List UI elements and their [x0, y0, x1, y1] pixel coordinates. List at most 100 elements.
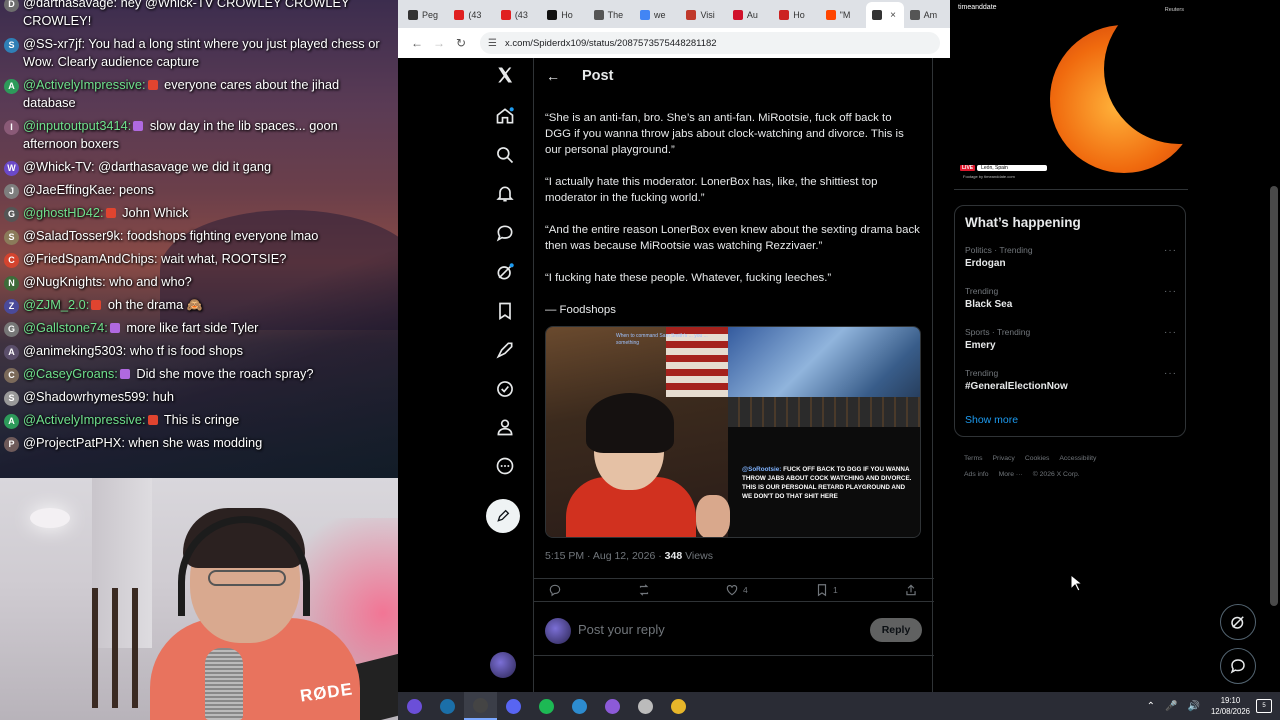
notifications-icon[interactable]: [494, 183, 516, 205]
site-info-icon[interactable]: ☰: [488, 38, 497, 49]
browser-tab[interactable]: Visi: [680, 2, 726, 28]
reload-icon[interactable]: ↻: [450, 36, 472, 50]
x-logo-icon[interactable]: [494, 64, 516, 86]
arc-icon[interactable]: [398, 692, 431, 720]
chat-username[interactable]: @CaseyGroans:: [23, 366, 118, 381]
more-icon[interactable]: [494, 455, 516, 477]
obs-icon[interactable]: [464, 692, 497, 720]
bookmark-action[interactable]: 1: [815, 583, 838, 597]
chat-username[interactable]: @SaladTosser9k:: [23, 228, 123, 243]
tab-close-icon[interactable]: ×: [890, 10, 896, 21]
like-action[interactable]: 4: [725, 583, 748, 597]
reply-button[interactable]: Reply: [870, 618, 922, 642]
browser-tab[interactable]: Au: [727, 2, 773, 28]
trend-item[interactable]: Politics · Trending Erdogan ···: [965, 245, 1177, 269]
browser-tab[interactable]: Ho: [773, 2, 819, 28]
browser-tab[interactable]: Am: [904, 2, 950, 28]
clock[interactable]: 19:10 12/08/2026: [1211, 695, 1250, 717]
chat-username[interactable]: @ZJM_2.0:: [23, 297, 89, 312]
settings-icon[interactable]: [629, 692, 662, 720]
volume-icon[interactable]: 🔊: [1188, 701, 1200, 712]
account-avatar[interactable]: [490, 652, 516, 678]
trend-item[interactable]: Sports · Trending Emery ···: [965, 327, 1177, 351]
grok-button[interactable]: [1220, 604, 1256, 640]
profile-icon[interactable]: [494, 416, 516, 438]
search-icon[interactable]: [494, 144, 516, 166]
chat-username[interactable]: @JaeEffingKae:: [23, 182, 115, 197]
repost-action[interactable]: [637, 583, 651, 597]
share-action[interactable]: [904, 583, 918, 597]
trend-more-icon[interactable]: ···: [1164, 286, 1177, 297]
notification-count: 5: [1262, 703, 1266, 709]
chat-username[interactable]: @Whick-TV:: [23, 159, 95, 174]
browser-tab[interactable]: Ho: [541, 2, 587, 28]
home-icon[interactable]: [494, 105, 516, 127]
back-arrow-icon[interactable]: ←: [546, 68, 566, 84]
chat-avatar: A: [4, 345, 19, 360]
chat-username[interactable]: @animeking5303:: [23, 343, 126, 358]
trend-more-icon[interactable]: ···: [1164, 368, 1177, 379]
accessibility-link[interactable]: Accessibility: [1059, 455, 1096, 462]
chat-username[interactable]: @FriedSpamAndChips:: [23, 251, 158, 266]
browser-tab[interactable]: Peg: [402, 2, 448, 28]
browser-tab[interactable]: (43: [448, 2, 494, 28]
chat-username[interactable]: @ActivelyImpressive:: [23, 77, 146, 92]
post-timestamp[interactable]: 5:15 PM · Aug 12, 2026 ·: [545, 550, 665, 562]
fl-icon-glyph: [605, 698, 620, 714]
bookmarks-icon[interactable]: [494, 300, 516, 322]
media-man-face: [696, 495, 730, 537]
browser-toolbar: ← → ↻ ☰ x.com/Spiderdx109/status/2087573…: [398, 28, 950, 58]
cookies-link[interactable]: Cookies: [1025, 455, 1050, 462]
browser-tab-active[interactable]: ×: [866, 2, 904, 28]
browser-tab[interactable]: we: [634, 2, 680, 28]
tray-expand-icon[interactable]: ⌃: [1147, 701, 1155, 712]
chat-username[interactable]: @NugKnights:: [23, 274, 106, 289]
back-icon[interactable]: ←: [406, 36, 428, 50]
eclipse-video[interactable]: timeanddate Reuters LIVE León, Spain Foo…: [954, 0, 1188, 190]
messages-icon[interactable]: [494, 222, 516, 244]
chat-username[interactable]: @inputoutput3414:: [23, 118, 131, 133]
grok-icon[interactable]: [494, 261, 516, 283]
streamlabs-icon[interactable]: [563, 692, 596, 720]
chat-username[interactable]: @SS-xr7jf:: [23, 36, 85, 51]
post-body: “She is an anti-fan, bro. She’s an anti-…: [545, 110, 920, 334]
microphone-icon[interactable]: 🎤: [1165, 701, 1177, 712]
fl-icon[interactable]: [596, 692, 629, 720]
terms-link[interactable]: Terms: [964, 455, 983, 462]
chat-username[interactable]: @ghostHD42:: [23, 205, 104, 220]
forward-icon[interactable]: →: [428, 36, 450, 50]
browser-tab[interactable]: The: [588, 2, 634, 28]
chat-message: G @Gallstone74: more like fart side Tyler: [0, 319, 398, 342]
spotify-icon[interactable]: [530, 692, 563, 720]
trend-item[interactable]: Trending #GeneralElectionNow ···: [965, 368, 1177, 392]
chat-username[interactable]: @ActivelyImpressive:: [23, 412, 146, 427]
privacy-link[interactable]: Privacy: [993, 455, 1015, 462]
jobs-icon[interactable]: [494, 339, 516, 361]
chat-username[interactable]: @darthasavage:: [23, 0, 117, 10]
reply-input[interactable]: Post your reply: [578, 622, 665, 637]
verified-icon[interactable]: [494, 378, 516, 400]
chat-avatar: A: [4, 79, 19, 94]
trend-more-icon[interactable]: ···: [1164, 327, 1177, 338]
messages-button[interactable]: [1220, 648, 1256, 684]
compose-post-button[interactable]: [486, 499, 520, 533]
reply-action[interactable]: [548, 583, 562, 597]
browser-tab[interactable]: (43: [495, 2, 541, 28]
notification-center-icon[interactable]: 5: [1256, 699, 1272, 713]
ads-info-link[interactable]: Ads info: [964, 471, 989, 478]
discord-icon[interactable]: [497, 692, 530, 720]
chat-username[interactable]: @Gallstone74:: [23, 320, 108, 335]
post-media[interactable]: When to command Sam Smith's ... you ... …: [545, 326, 921, 538]
chat-username[interactable]: @ProjectPatPHX:: [23, 435, 125, 450]
trend-more-icon[interactable]: ···: [1164, 245, 1177, 256]
browser-tab[interactable]: "M: [820, 2, 866, 28]
chrome-icon[interactable]: [662, 692, 695, 720]
chat-username[interactable]: @Shadowrhymes599:: [23, 389, 149, 404]
show-more-link[interactable]: Show more: [965, 414, 1018, 426]
trend-item[interactable]: Trending Black Sea ···: [965, 286, 1177, 310]
steam-icon[interactable]: [431, 692, 464, 720]
address-bar[interactable]: ☰ x.com/Spiderdx109/status/2087573575448…: [480, 32, 940, 54]
whats-happening-panel: What’s happening Politics · Trending Erd…: [954, 205, 1186, 437]
page-scrollbar[interactable]: [1270, 186, 1278, 606]
more-link[interactable]: More ···: [999, 471, 1023, 478]
